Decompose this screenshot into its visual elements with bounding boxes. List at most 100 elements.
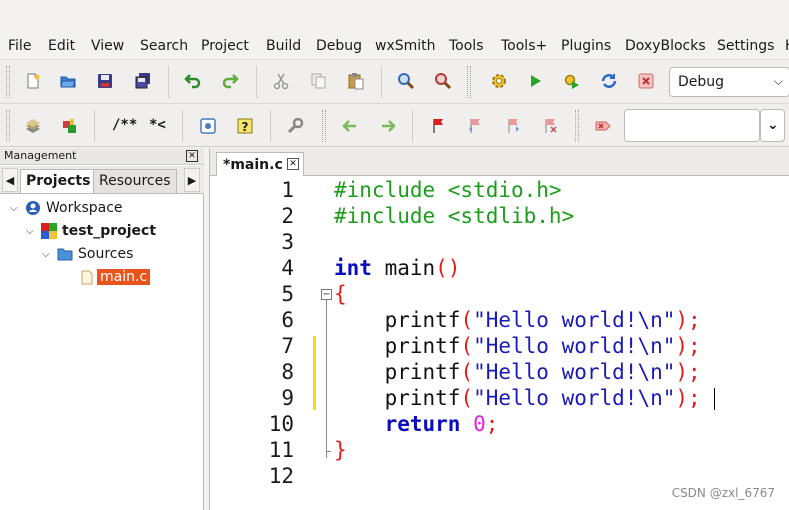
tab-scroll-left-icon[interactable]: ◀ [2,168,18,192]
next-bookmark-icon[interactable] [500,113,526,139]
tab-projects[interactable]: Projects [20,169,97,193]
toolbar-grip[interactable] [467,66,471,98]
toolbar-grip[interactable] [6,110,10,142]
code-line[interactable]: #include <stdio.h> [334,178,562,202]
save-all-icon[interactable] [130,68,156,94]
toolbar-grip[interactable] [575,110,579,142]
menu-settings[interactable]: Settings [717,38,774,54]
paste-icon[interactable] [343,68,369,94]
watermark-text: CSDN @zxl_6767 [671,486,775,500]
open-folder-icon[interactable] [55,68,81,94]
change-marker [313,336,316,410]
menu-file[interactable]: File [8,38,31,54]
cut-icon[interactable] [268,68,294,94]
code-search-dropdown[interactable]: ⌄ [760,109,785,142]
menu-tools-plus[interactable]: Tools+ [501,38,547,54]
chevron-down-icon: ⌄ [767,117,779,133]
editor-pane[interactable]: *main.c ✕ 1 #include <stdio.h> 2 #include <… [209,148,789,510]
tab-resources[interactable]: Resources [93,169,177,193]
code-search-input[interactable] [624,109,760,142]
code-line[interactable]: printf("Hello world!\n"); [334,360,701,384]
toolbar-separator [270,110,271,142]
tree-node-main-c[interactable]: main.c [80,266,151,288]
abort-icon[interactable] [633,68,659,94]
code-token: { [334,282,347,306]
tree-label-project: test_project [62,223,157,239]
comment-button[interactable]: /** [112,117,137,133]
close-icon[interactable]: ✕ [186,150,198,162]
menu-doxyblocks[interactable]: DoxyBlocks [625,38,706,54]
uncomment-button[interactable]: *< [149,117,166,133]
menu-bar: File Edit View Search Project Build Debu… [0,34,789,59]
menu-search[interactable]: Search [140,38,188,54]
undo-icon[interactable] [180,68,206,94]
previous-bookmark-icon[interactable] [462,113,488,139]
help-icon[interactable]: ? [232,113,258,139]
redo-icon[interactable] [217,68,243,94]
run-icon[interactable] [522,68,548,94]
close-icon[interactable]: ✕ [287,158,299,170]
toggle-bookmark-icon[interactable] [425,113,451,139]
rebuild-icon[interactable] [596,68,622,94]
toolbar-separator [182,110,183,142]
editor-tab-label: *main.c [223,157,283,173]
svg-text:?: ? [242,120,249,134]
line-number: 11 [268,438,294,462]
main-toolbar: Debug ⌵ [0,59,789,103]
build-and-run-icon[interactable] [559,68,585,94]
code-completion-icon[interactable] [20,113,46,139]
code-line[interactable]: } [334,438,347,462]
editor-tab-main-c[interactable]: *main.c ✕ [216,152,304,176]
secondary-toolbar: /** *< ? ⌄ [0,103,789,147]
line-number: 7 [281,334,294,358]
tree-node-project[interactable]: ⌵ test_project [26,220,156,242]
save-icon[interactable] [92,68,118,94]
menu-edit[interactable]: Edit [48,38,75,54]
fold-line [326,300,327,458]
code-line[interactable]: { [334,282,347,306]
replace-icon[interactable] [430,68,456,94]
back-arrow-icon[interactable] [337,113,363,139]
build-target-select[interactable]: Debug ⌵ [669,67,789,97]
toolbar-grip[interactable] [6,66,10,98]
code-line[interactable]: int main() [334,256,460,280]
clear-bookmarks-icon[interactable] [537,113,563,139]
menu-build[interactable]: Build [266,38,301,54]
chevron-down-icon[interactable]: ⌵ [26,226,40,237]
fold-toggle-icon[interactable]: − [321,289,332,300]
code-line[interactable]: printf("Hello world!\n"); [334,334,701,358]
menu-wxsmith[interactable]: wxSmith [375,38,436,54]
find-icon[interactable] [393,68,419,94]
tab-scroll-right-icon[interactable]: ▶ [184,168,200,192]
chevron-down-icon[interactable]: ⌵ [42,249,56,260]
menu-plugins[interactable]: Plugins [561,38,611,54]
management-tabs: ◀ Projects Resources ▶ [0,166,204,194]
tree-node-sources[interactable]: ⌵ Sources [42,243,133,265]
build-gear-icon[interactable] [486,68,512,94]
line-number: 1 [281,178,294,202]
menu-debug[interactable]: Debug [316,38,362,54]
code-token: ); [675,308,701,332]
menu-tools[interactable]: Tools [449,38,484,54]
forward-arrow-icon[interactable] [375,113,401,139]
code-line[interactable]: printf("Hello world!\n"); [334,386,701,410]
code-line[interactable]: printf("Hello world!\n"); [334,308,701,332]
menu-view[interactable]: View [91,38,124,54]
chevron-down-icon[interactable]: ⌵ [10,203,24,214]
toolbar-grip[interactable] [322,110,326,142]
menu-project[interactable]: Project [201,38,249,54]
code-token: ( [460,360,474,384]
toolbar-separator [256,66,257,98]
new-file-icon[interactable] [20,68,46,94]
project-icon [40,223,58,239]
management-header: Management ✕ [0,148,204,165]
tree-node-workspace[interactable]: ⌵ Workspace [10,197,123,219]
code-line[interactable]: return 0; [334,412,499,436]
menu-help[interactable]: H [785,38,789,54]
jump-to-declaration-icon[interactable] [57,113,83,139]
search-tag-icon[interactable] [590,113,616,139]
copy-icon[interactable] [305,68,331,94]
wrench-icon[interactable] [282,113,308,139]
toggle-view-icon[interactable] [195,113,221,139]
code-line[interactable]: #include <stdlib.h> [334,204,574,228]
